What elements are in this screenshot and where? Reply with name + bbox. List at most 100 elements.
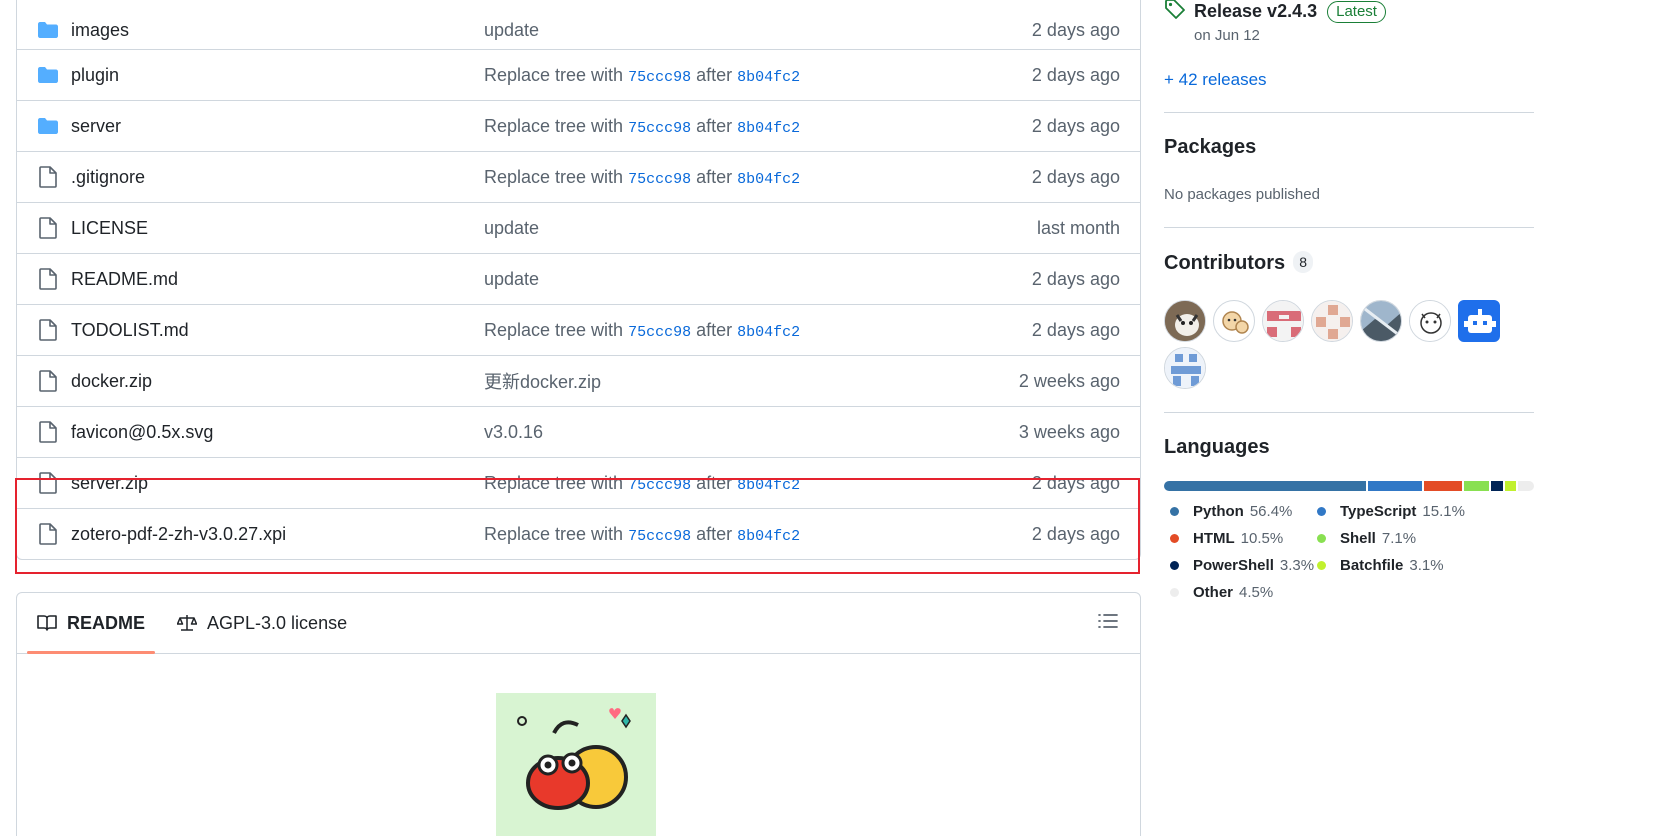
commit-message-link[interactable]: after (696, 116, 732, 136)
commit-message-link[interactable]: update (484, 20, 539, 40)
avatar[interactable] (1213, 300, 1255, 342)
commit-message-link[interactable]: after (696, 473, 732, 493)
language-item[interactable]: TypeScript 15.1% (1311, 503, 1465, 520)
commit-sha-link[interactable]: 75ccc98 (628, 324, 691, 341)
outline-button[interactable] (1096, 611, 1120, 635)
file-row[interactable]: server Replace tree with 75ccc98 after 8b… (17, 100, 1140, 151)
commit-sha-link[interactable]: 8b04fc2 (737, 477, 800, 494)
divider (1164, 227, 1534, 228)
language-color-dot (1170, 561, 1179, 570)
avatar[interactable] (1164, 347, 1206, 389)
packages-title[interactable]: Packages (1164, 136, 1256, 159)
commit-message-link[interactable]: after (696, 65, 732, 85)
commit-date: last month (1036, 217, 1120, 238)
file-name-cell: LICENSE (17, 217, 484, 239)
commit-sha-link[interactable]: 75ccc98 (628, 477, 691, 494)
language-item[interactable]: Other 4.5% (1164, 584, 1273, 601)
file-name-link[interactable]: server (71, 116, 121, 137)
avatar[interactable] (1262, 300, 1304, 342)
language-bar-segment (1164, 481, 1366, 491)
avatar[interactable] (1164, 300, 1206, 342)
file-row[interactable]: plugin Replace tree with 75ccc98 after 8b… (17, 49, 1140, 100)
commit-message-link[interactable]: Replace tree with (484, 524, 623, 544)
language-item[interactable]: PowerShell 3.3% (1164, 557, 1314, 574)
commit-date: 2 weeks ago (1018, 370, 1120, 391)
file-row[interactable]: docker.zip 更新docker.zip 2 weeks ago (17, 355, 1140, 406)
language-color-dot (1317, 507, 1326, 516)
commit-message-cell: Replace tree with 75ccc98 after 8b04fc2 (484, 167, 910, 188)
file-icon (37, 319, 59, 341)
commit-message-link[interactable]: Replace tree with (484, 167, 623, 187)
commit-message-link[interactable]: v3.0.16 (484, 422, 543, 442)
language-item[interactable]: Batchfile 3.1% (1311, 557, 1444, 574)
file-row[interactable]: images update 2 days ago (17, 0, 1140, 49)
commit-message-link[interactable]: update (484, 218, 539, 238)
commit-message-link[interactable]: after (696, 320, 732, 340)
divider (1164, 112, 1534, 113)
commit-sha-link[interactable]: 75ccc98 (628, 120, 691, 137)
languages-bar (1164, 481, 1534, 491)
file-row[interactable]: TODOLIST.md Replace tree with 75ccc98 aft… (17, 304, 1140, 355)
commit-sha-link[interactable]: 8b04fc2 (737, 69, 800, 86)
commit-sha-link[interactable]: 75ccc98 (628, 69, 691, 86)
commit-message-link[interactable]: update (484, 269, 539, 289)
file-row[interactable]: README.md update 2 days ago (17, 253, 1140, 304)
divider (1164, 412, 1534, 413)
file-row[interactable]: favicon@0.5x.svg v3.0.16 3 weeks ago (17, 406, 1140, 457)
commit-date: 2 days ago (1031, 319, 1120, 340)
file-name-cell: server.zip (17, 472, 484, 494)
file-name-cell: favicon@0.5x.svg (17, 421, 484, 443)
commit-sha-link[interactable]: 8b04fc2 (737, 324, 800, 341)
commit-message-link[interactable]: after (696, 167, 732, 187)
commit-sha-link[interactable]: 8b04fc2 (737, 528, 800, 545)
file-name-link[interactable]: README.md (71, 269, 178, 290)
file-name-link[interactable]: server.zip (71, 473, 148, 494)
avatar[interactable] (1360, 300, 1402, 342)
file-row[interactable]: server.zip Replace tree with 75ccc98 afte… (17, 457, 1140, 508)
language-bar-segment (1463, 481, 1489, 491)
language-name: Shell (1340, 530, 1376, 547)
commit-sha-link[interactable]: 8b04fc2 (737, 120, 800, 137)
commit-message-link[interactable]: Replace tree with (484, 65, 623, 85)
file-row[interactable]: zotero-pdf-2-zh-v3.0.27.xpi Replace tree … (17, 508, 1140, 559)
file-name-link[interactable]: favicon@0.5x.svg (71, 422, 213, 443)
list-icon (1098, 613, 1118, 634)
file-row[interactable]: LICENSE update last month (17, 202, 1140, 253)
language-color-dot (1170, 588, 1179, 597)
language-item[interactable]: Shell 7.1% (1311, 530, 1416, 547)
language-bar-segment (1423, 481, 1462, 491)
file-name-link[interactable]: docker.zip (71, 371, 152, 392)
commit-message-link[interactable]: after (696, 524, 732, 544)
commit-sha-link[interactable]: 8b04fc2 (737, 171, 800, 188)
file-name-link[interactable]: TODOLIST.md (71, 320, 189, 341)
file-name-link[interactable]: images (71, 20, 129, 41)
folder-icon (37, 64, 59, 86)
language-item[interactable]: HTML 10.5% (1164, 530, 1283, 547)
release-entry[interactable]: Release v2.4.3 Latest (1164, 0, 1386, 25)
file-name-link[interactable]: LICENSE (71, 218, 148, 239)
tab-license[interactable]: AGPL-3.0 license (167, 593, 357, 653)
commit-message-link[interactable]: 更新docker.zip (484, 372, 601, 392)
commit-message-cell: update (484, 218, 910, 239)
file-name-link[interactable]: .gitignore (71, 167, 145, 188)
bot-avatar[interactable] (1458, 300, 1500, 342)
language-item[interactable]: Python 56.4% (1164, 503, 1292, 520)
language-bar-segment (1367, 481, 1422, 491)
avatar[interactable] (1311, 300, 1353, 342)
contributors-title[interactable]: Contributors 8 (1164, 251, 1314, 275)
tab-readme[interactable]: README (27, 593, 156, 654)
avatar[interactable] (1409, 300, 1451, 342)
commit-sha-link[interactable]: 75ccc98 (628, 171, 691, 188)
release-date: on Jun 12 (1194, 27, 1260, 44)
commit-sha-link[interactable]: 75ccc98 (628, 528, 691, 545)
file-row[interactable]: .gitignore Replace tree with 75ccc98 afte… (17, 151, 1140, 202)
commit-message-link[interactable]: Replace tree with (484, 116, 623, 136)
file-icon (37, 268, 59, 290)
file-name-link[interactable]: zotero-pdf-2-zh-v3.0.27.xpi (71, 524, 286, 545)
commit-message-link[interactable]: Replace tree with (484, 320, 623, 340)
commit-message-link[interactable]: Replace tree with (484, 473, 623, 493)
file-icon (37, 370, 59, 392)
file-name-link[interactable]: plugin (71, 65, 119, 86)
more-releases-link[interactable]: + 42 releases (1164, 70, 1267, 90)
release-name[interactable]: Release v2.4.3 (1194, 1, 1317, 22)
